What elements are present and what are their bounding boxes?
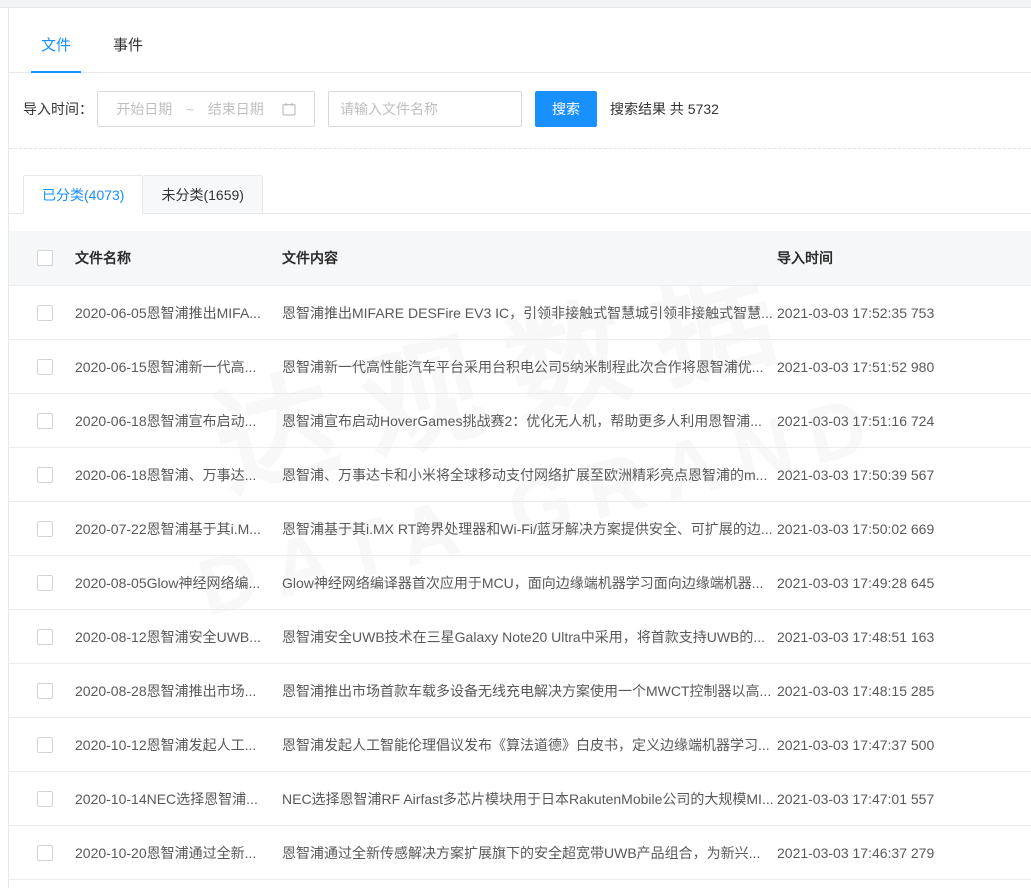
table-row[interactable]: 2020-06-05恩智浦推出MIFA... 恩智浦推出MIFARE DESFi… (9, 286, 1031, 340)
file-name-cell: 2020-08-12恩智浦安全UWB... (75, 627, 282, 647)
row-checkbox[interactable] (37, 629, 53, 645)
file-content-cell: 恩智浦推出MIFARE DESFire EV3 IC，引领非接触式智慧城引领非接… (282, 303, 777, 323)
import-time-cell: 2021-03-03 17:47:37 500 (777, 737, 1031, 753)
table-row[interactable]: 2020-08-28恩智浦推出市场... 恩智浦推出市场首款车载多设备无线充电解… (9, 664, 1031, 718)
table-row[interactable]: 2020-08-05Glow神经网络编... Glow神经网络编译器首次应用于M… (9, 556, 1031, 610)
file-content-cell: 恩智浦基于其i.MX RT跨界处理器和Wi-Fi/蓝牙解决方案提供安全、可扩展的… (282, 519, 777, 539)
search-button[interactable]: 搜索 (535, 91, 597, 127)
import-time-cell: 2021-03-03 17:51:52 980 (777, 359, 1031, 375)
main-tabbar: 文件 事件 (9, 8, 1031, 73)
row-checkbox[interactable] (37, 737, 53, 753)
table-row[interactable]: 2020-10-14NEC选择恩智浦... NEC选择恩智浦RF Airfast… (9, 772, 1031, 826)
file-name-cell: 2020-06-18恩智浦宣布启动... (75, 411, 282, 431)
main-panel: 达观数据 DATA GRAND 文件 事件 导入时间： 开始日期 ~ 结束日期 (8, 8, 1031, 888)
import-time-cell: 2021-03-03 17:50:39 567 (777, 467, 1031, 483)
file-name-cell: 2020-10-20恩智浦通过全新... (75, 843, 282, 863)
file-content-cell: 恩智浦、万事达卡和小米将全球移动支付网络扩展至欧洲精彩亮点恩智浦的m... (282, 465, 777, 485)
table-row[interactable]: 2020-10-20恩智浦通过全新... 恩智浦通过全新传感解决方案扩展旗下的安… (9, 826, 1031, 880)
file-content-cell: 恩智浦通过全新传感解决方案扩展旗下的安全超宽带UWB产品组合，为新兴... (282, 843, 777, 863)
dashed-divider (9, 148, 1031, 149)
file-content-cell: 恩智浦推出市场首款车载多设备无线充电解决方案使用一个MWCT控制器以高... (282, 681, 777, 701)
row-checkbox[interactable] (37, 683, 53, 699)
import-time-cell: 2021-03-03 17:48:51 163 (777, 629, 1031, 645)
row-checkbox[interactable] (37, 845, 53, 861)
file-name-cell: 2020-10-14NEC选择恩智浦... (75, 789, 282, 809)
table-body: 2020-06-05恩智浦推出MIFA... 恩智浦推出MIFARE DESFi… (9, 286, 1031, 880)
table-row[interactable]: 2020-06-18恩智浦宣布启动... 恩智浦宣布启动HoverGames挑战… (9, 394, 1031, 448)
table-row[interactable]: 2020-06-18恩智浦、万事达... 恩智浦、万事达卡和小米将全球移动支付网… (9, 448, 1031, 502)
file-name-cell: 2020-06-15恩智浦新一代高... (75, 357, 282, 377)
tab-unclassified[interactable]: 未分类(1659) (143, 175, 262, 214)
file-content-cell: 恩智浦安全UWB技术在三星Galaxy Note20 Ultra中采用，将首款支… (282, 627, 777, 647)
row-checkbox[interactable] (37, 305, 53, 321)
date-end-placeholder: 结束日期 (208, 99, 264, 119)
import-time-label: 导入时间： (23, 99, 93, 119)
file-content-cell: 恩智浦发起人工智能伦理倡议发布《算法道德》白皮书，定义边缘端机器学习... (282, 735, 777, 755)
file-table: 文件名称 文件内容 导入时间 2020-06-05恩智浦推出MIFA... 恩智… (9, 231, 1031, 880)
import-time-cell: 2021-03-03 17:47:01 557 (777, 791, 1031, 807)
import-time-cell: 2021-03-03 17:46:37 279 (777, 845, 1031, 861)
file-name-cell: 2020-06-05恩智浦推出MIFA... (75, 303, 282, 323)
file-name-cell: 2020-06-18恩智浦、万事达... (75, 465, 282, 485)
date-start-placeholder: 开始日期 (116, 99, 172, 119)
tab-events[interactable]: 事件 (103, 34, 153, 73)
header-file-name: 文件名称 (75, 248, 282, 268)
table-row[interactable]: 2020-06-15恩智浦新一代高... 恩智浦新一代高性能汽车平台采用台积电公… (9, 340, 1031, 394)
row-checkbox[interactable] (37, 359, 53, 375)
import-time-cell: 2021-03-03 17:52:35 753 (777, 305, 1031, 321)
search-result-count: 搜索结果 共 5732 (610, 99, 719, 119)
select-all-checkbox[interactable] (37, 250, 53, 266)
table-row[interactable]: 2020-07-22恩智浦基于其i.M... 恩智浦基于其i.MX RT跨界处理… (9, 502, 1031, 556)
row-checkbox[interactable] (37, 521, 53, 537)
table-row[interactable]: 2020-08-12恩智浦安全UWB... 恩智浦安全UWB技术在三星Galax… (9, 610, 1031, 664)
file-name-cell: 2020-08-05Glow神经网络编... (75, 573, 282, 593)
page-top-strip (0, 0, 1031, 8)
filter-row: 导入时间： 开始日期 ~ 结束日期 请输入文件名称 搜索 搜索结果 共 5732 (23, 91, 1031, 127)
row-checkbox[interactable] (37, 413, 53, 429)
tab-classified[interactable]: 已分类(4073) (23, 175, 143, 214)
date-range-picker[interactable]: 开始日期 ~ 结束日期 (97, 91, 315, 127)
file-content-cell: 恩智浦宣布启动HoverGames挑战赛2：优化无人机，帮助更多人利用恩智浦..… (282, 411, 777, 431)
file-content-cell: 恩智浦新一代高性能汽车平台采用台积电公司5纳米制程此次合作将恩智浦优... (282, 357, 777, 377)
file-content-cell: Glow神经网络编译器首次应用于MCU，面向边缘端机器学习面向边缘端机器... (282, 573, 777, 593)
header-file-content: 文件内容 (282, 248, 777, 268)
tab-files[interactable]: 文件 (31, 34, 81, 73)
table-row[interactable]: 2020-10-12恩智浦发起人工... 恩智浦发起人工智能伦理倡议发布《算法道… (9, 718, 1031, 772)
file-name-cell: 2020-10-12恩智浦发起人工... (75, 735, 282, 755)
file-name-cell: 2020-07-22恩智浦基于其i.M... (75, 519, 282, 539)
category-tabbar: 已分类(4073) 未分类(1659) (23, 175, 1031, 214)
row-checkbox[interactable] (37, 791, 53, 807)
import-time-cell: 2021-03-03 17:50:02 669 (777, 521, 1031, 537)
file-name-placeholder: 请输入文件名称 (340, 99, 438, 119)
date-separator: ~ (186, 102, 194, 117)
header-import-time: 导入时间 (777, 248, 1031, 268)
file-name-cell: 2020-08-28恩智浦推出市场... (75, 681, 282, 701)
file-name-input[interactable]: 请输入文件名称 (328, 91, 522, 127)
row-checkbox[interactable] (37, 467, 53, 483)
import-time-cell: 2021-03-03 17:48:15 285 (777, 683, 1031, 699)
row-checkbox[interactable] (37, 575, 53, 591)
file-content-cell: NEC选择恩智浦RF Airfast多芯片模块用于日本RakutenMobile… (282, 789, 777, 809)
import-time-cell: 2021-03-03 17:49:28 645 (777, 575, 1031, 591)
calendar-icon (282, 102, 296, 116)
table-header: 文件名称 文件内容 导入时间 (9, 231, 1031, 286)
import-time-cell: 2021-03-03 17:51:16 724 (777, 413, 1031, 429)
